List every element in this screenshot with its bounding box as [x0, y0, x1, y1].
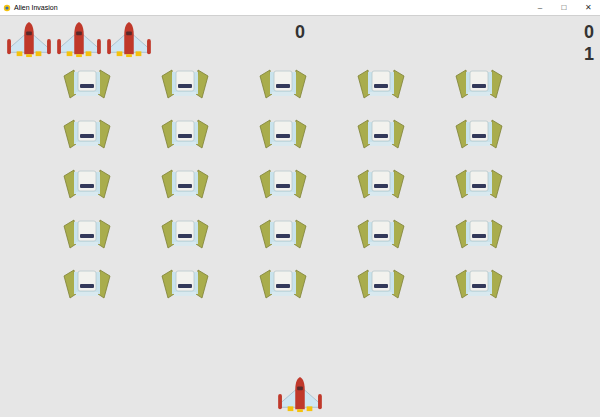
game-area: 001: [0, 16, 600, 417]
alien: [454, 168, 504, 200]
alien-icon: [454, 268, 504, 300]
alien: [258, 218, 308, 250]
alien: [160, 118, 210, 150]
alien: [62, 218, 112, 250]
alien-icon: [62, 268, 112, 300]
alien-icon: [356, 68, 406, 100]
life-ship-icon: [4, 20, 54, 58]
alien-icon: [356, 268, 406, 300]
game-window: Alien Invasion–□✕001: [0, 0, 600, 417]
alien-fleet: [0, 16, 600, 300]
alien-icon: [356, 118, 406, 150]
alien-icon: [356, 168, 406, 200]
alien: [160, 218, 210, 250]
alien: [62, 68, 112, 100]
alien-icon: [160, 118, 210, 150]
alien: [356, 268, 406, 300]
alien-icon: [258, 218, 308, 250]
alien: [258, 268, 308, 300]
alien: [356, 168, 406, 200]
alien: [356, 218, 406, 250]
alien: [454, 118, 504, 150]
window-control[interactable]: ✕: [576, 0, 600, 15]
level: 1: [584, 43, 594, 65]
alien-icon: [356, 218, 406, 250]
alien-icon: [62, 168, 112, 200]
alien: [160, 268, 210, 300]
high-score: 0: [288, 21, 312, 43]
alien: [62, 168, 112, 200]
alien-icon: [160, 218, 210, 250]
alien-icon: [62, 118, 112, 150]
alien-icon: [454, 168, 504, 200]
alien: [258, 68, 308, 100]
score-panel: 01: [584, 21, 594, 65]
alien-icon: [258, 118, 308, 150]
alien-icon: [258, 268, 308, 300]
alien: [454, 268, 504, 300]
alien: [356, 118, 406, 150]
alien: [160, 168, 210, 200]
alien-icon: [160, 168, 210, 200]
score: 0: [584, 21, 594, 43]
alien-icon: [160, 68, 210, 100]
title-bar: Alien Invasion –□✕: [0, 0, 600, 16]
life-ship-icon: [104, 20, 154, 58]
alien-icon: [258, 68, 308, 100]
alien: [62, 118, 112, 150]
alien: [258, 168, 308, 200]
window-control[interactable]: –: [528, 0, 552, 15]
alien-icon: [454, 218, 504, 250]
ships-left: [4, 20, 154, 58]
alien-icon: [62, 68, 112, 100]
alien-icon: [160, 268, 210, 300]
alien: [454, 68, 504, 100]
alien-icon: [454, 68, 504, 100]
app-icon: [3, 4, 11, 12]
alien-icon: [454, 118, 504, 150]
player-row: [0, 375, 600, 417]
alien: [356, 68, 406, 100]
life-ship-icon: [54, 20, 104, 58]
window-control[interactable]: □: [552, 0, 576, 15]
player-ship-icon: [275, 375, 325, 413]
alien-icon: [258, 168, 308, 200]
alien: [62, 268, 112, 300]
alien: [160, 68, 210, 100]
alien-icon: [62, 218, 112, 250]
alien: [454, 218, 504, 250]
alien: [258, 118, 308, 150]
window-title: Alien Invasion: [14, 4, 58, 11]
